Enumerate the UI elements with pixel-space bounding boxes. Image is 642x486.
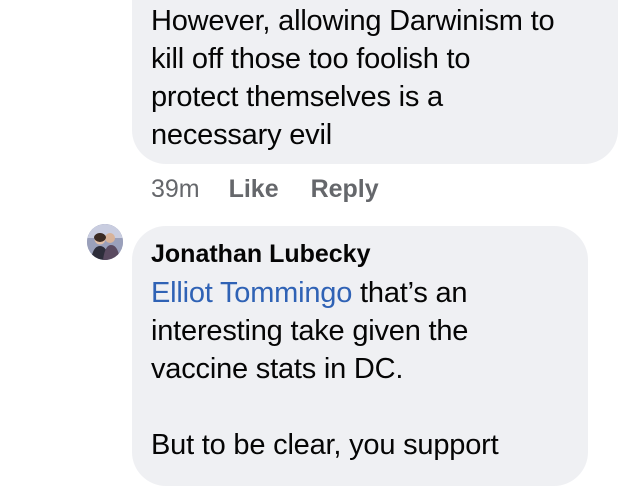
comment-text: However, allowing Darwinism to kill off … (151, 2, 598, 154)
user-mention-link[interactable]: Elliot Tommingo (151, 277, 352, 309)
comment-line: However, allowing Darwinism to (151, 5, 555, 37)
user-photo-icon (87, 224, 123, 260)
comment-timestamp: 39m (151, 175, 200, 203)
comment-line: Elliot Tommingo that’s an (151, 274, 568, 312)
comment-line: But to be clear, you support (151, 429, 499, 461)
comment-line: necessary evil (151, 119, 332, 151)
avatar[interactable] (87, 224, 123, 260)
comment-bubble: Jonathan Lubecky Elliot Tommingo that’s … (132, 226, 588, 486)
comment-line: interesting take given the (151, 315, 469, 347)
comment-text: Elliot Tommingo that’s an interesting ta… (151, 274, 568, 464)
comment-line-text: that’s an (352, 277, 468, 309)
comment-line: kill off those too foolish to (151, 43, 471, 75)
comment-line: vaccine stats in DC. (151, 353, 404, 385)
comment-actions: 39m Like Reply (151, 174, 404, 204)
comment-bubble: However, allowing Darwinism to kill off … (132, 0, 618, 164)
comment-line: protect themselves is a (151, 81, 443, 113)
reply-button[interactable]: Reply (311, 175, 379, 203)
comment-author[interactable]: Jonathan Lubecky (151, 238, 568, 270)
like-button[interactable]: Like (229, 175, 279, 203)
